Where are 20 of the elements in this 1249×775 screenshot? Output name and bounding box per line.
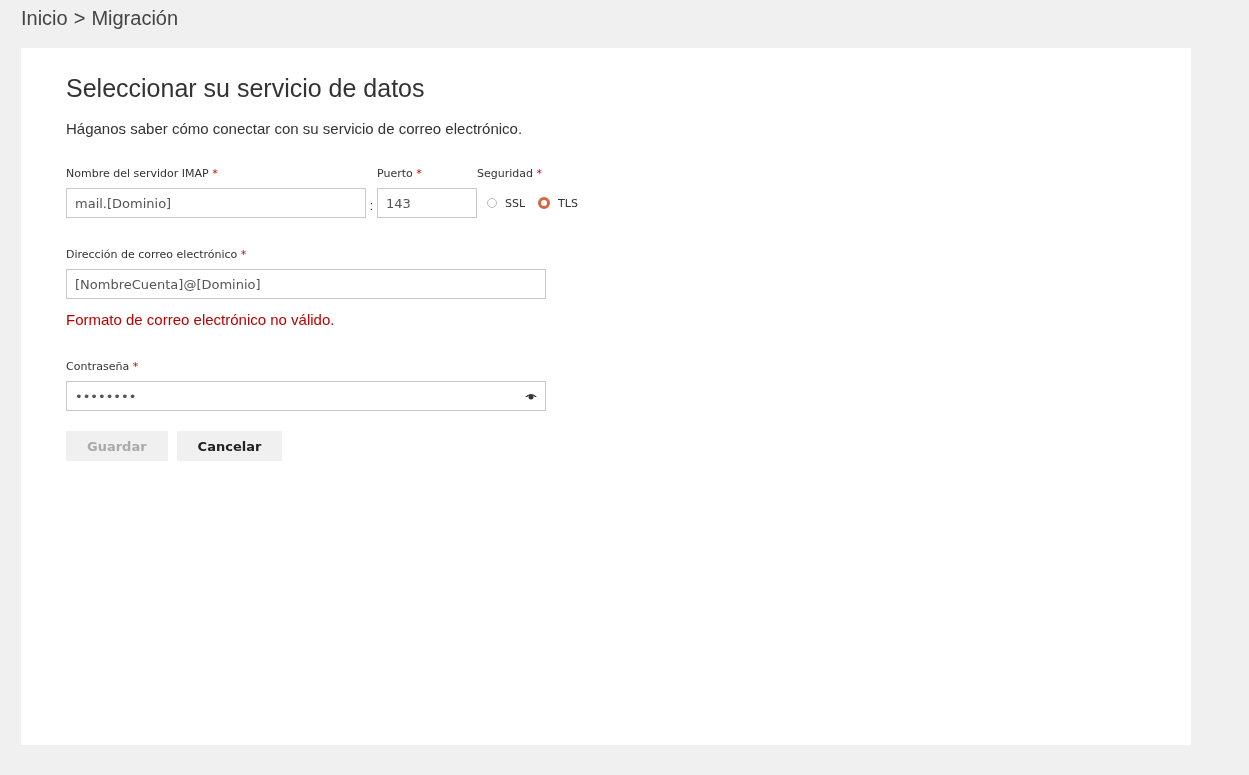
field-label: Puerto * xyxy=(377,167,423,180)
breadcrumb-text: Inicio xyxy=(21,7,68,31)
email-input[interactable]: [NombreCuenta]@[Dominio] xyxy=(66,269,546,299)
separator-text: : xyxy=(368,198,375,213)
field-label: Dirección de correo electrónico * xyxy=(66,248,248,261)
page-title: Seleccionar su servicio de datos xyxy=(66,74,426,103)
field-label: Contraseña * xyxy=(66,360,140,373)
error-message: Formato de correo electrónico no válido. xyxy=(66,311,336,328)
description-text: Háganos saber cómo conectar con su servicio de correo electrónico. xyxy=(66,120,524,137)
radio-option[interactable]: TLS xyxy=(538,196,578,210)
cancel-button[interactable]: Cancelar xyxy=(176,431,283,461)
radio-option[interactable]: SSL xyxy=(487,196,526,210)
eye-icon[interactable] xyxy=(525,392,537,400)
server-input[interactable]: mail.[Dominio] xyxy=(66,188,366,218)
field-label: Nombre del servidor IMAP * xyxy=(66,167,219,180)
field-label: Seguridad * xyxy=(477,167,543,180)
breadcrumb-text: Migración xyxy=(91,7,179,31)
breadcrumb-text: > xyxy=(73,7,86,31)
port-input[interactable]: 143 xyxy=(377,188,477,218)
password-input[interactable]: •••••••• xyxy=(66,381,546,411)
